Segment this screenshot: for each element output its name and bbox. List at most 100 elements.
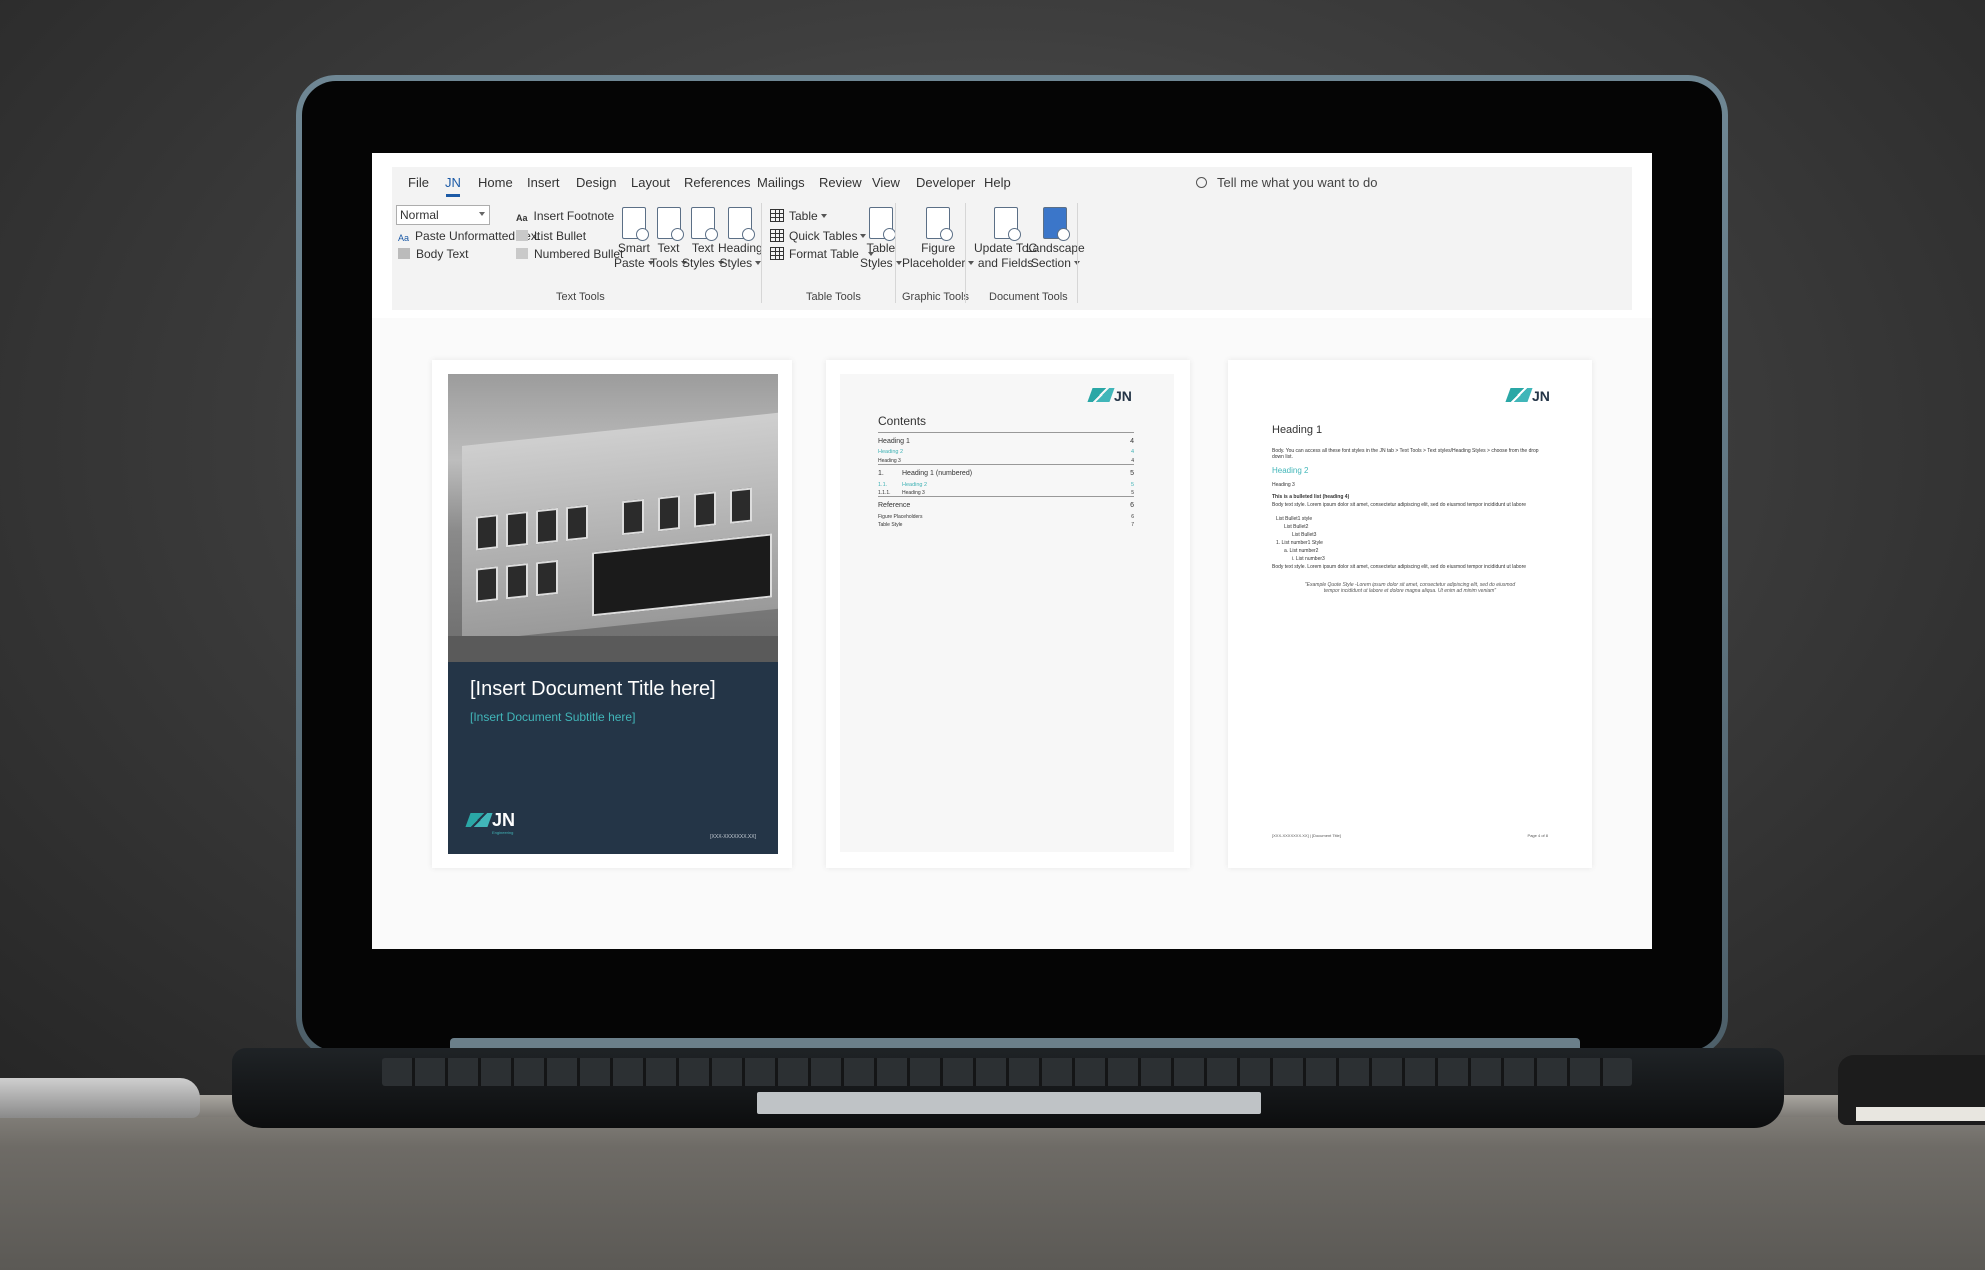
text-format-icon: Aa bbox=[398, 233, 410, 243]
toc-rule bbox=[878, 432, 1134, 433]
text-styles-icon bbox=[690, 207, 718, 241]
cover-doc-code: [XXX-XXXXXXX.XX] bbox=[710, 834, 756, 840]
toc-entry[interactable]: Table Style 7 bbox=[878, 522, 1134, 528]
tab-review[interactable]: Review bbox=[819, 175, 862, 190]
tab-help[interactable]: Help bbox=[984, 175, 1011, 190]
table-button[interactable]: Table bbox=[770, 209, 827, 223]
style-dropdown[interactable]: Normal bbox=[396, 205, 490, 225]
group-separator bbox=[761, 203, 762, 303]
toc-entry[interactable]: Reference 6 bbox=[878, 502, 1134, 509]
landscape-section-button[interactable]: Landscape Section bbox=[1026, 207, 1085, 271]
toc-label: Heading 2 bbox=[902, 482, 928, 488]
list-item: List Bullet1 style bbox=[1276, 516, 1313, 522]
quick-tables-button[interactable]: Quick Tables bbox=[770, 229, 867, 243]
cover-title[interactable]: [Insert Document Title here] bbox=[470, 678, 716, 701]
format-table-button[interactable]: Format Table bbox=[770, 247, 874, 261]
desk-object-left bbox=[0, 1078, 200, 1118]
keyboard bbox=[382, 1058, 1632, 1086]
heading-styles-button[interactable]: Heading Styles bbox=[718, 207, 763, 271]
company-logo: JN Engineering bbox=[465, 810, 515, 835]
figure-placeholder-button[interactable]: Figure Placeholder bbox=[902, 207, 975, 271]
ribbon-tabs: File JN Home Insert Design Layout Refere… bbox=[392, 167, 1632, 197]
company-logo: JN bbox=[1087, 388, 1132, 404]
contents-page[interactable]: JN Contents Heading 1 4 Heading 2 4 Heading … bbox=[826, 360, 1190, 868]
smart-paste-label-2: Paste bbox=[614, 256, 654, 271]
tab-references[interactable]: References bbox=[684, 175, 750, 190]
tab-developer[interactable]: Developer bbox=[916, 175, 975, 190]
insert-footnote-label: Insert Footnote bbox=[533, 209, 615, 223]
insert-footnote-button[interactable]: Aa Insert Footnote bbox=[516, 209, 614, 224]
tab-file[interactable]: File bbox=[408, 175, 429, 190]
footer-right: Page 4 of 8 bbox=[1527, 833, 1548, 838]
quick-tables-label: Quick Tables bbox=[789, 229, 858, 243]
toc-page-number: 5 bbox=[1130, 482, 1134, 488]
logo-mark-icon bbox=[1087, 388, 1115, 402]
graphic-tools-group-label: Graphic Tools bbox=[902, 291, 970, 303]
intro-text: Body. You can access all these font styl… bbox=[1272, 448, 1539, 460]
toc-label: Table Style bbox=[878, 522, 903, 528]
tab-mailings[interactable]: Mailings bbox=[757, 175, 805, 190]
text-tools-icon bbox=[656, 207, 684, 241]
heading-2: Heading 2 bbox=[1272, 466, 1309, 475]
toc-label: Heading 2 bbox=[878, 449, 904, 455]
cover-subtitle[interactable]: [Insert Document Subtitle here] bbox=[470, 710, 635, 724]
contents-inner: JN Contents Heading 1 4 Heading 2 4 Heading … bbox=[840, 374, 1174, 852]
paragraph-icon bbox=[398, 248, 410, 259]
numbered-bullet-button[interactable]: Numbered Bullet bbox=[516, 247, 623, 261]
heading-4: This is a bulleted list (heading 4) bbox=[1272, 494, 1350, 500]
tell-me-box[interactable]: Tell me what you want to do bbox=[1196, 175, 1377, 190]
toc-label: Figure Placeholders bbox=[878, 514, 923, 520]
body-page[interactable]: JN Heading 1 Body. You can access all th… bbox=[1228, 360, 1592, 868]
company-logo: JN bbox=[1505, 388, 1550, 404]
body-text-label: Body Text bbox=[416, 247, 469, 261]
body-text-2: Body text style. Lorem ipsum dolor sit a… bbox=[1272, 564, 1527, 570]
notebook bbox=[1838, 1055, 1985, 1125]
format-table-label: Format Table bbox=[789, 247, 859, 261]
tab-design[interactable]: Design bbox=[576, 175, 616, 190]
document-area: [Insert Document Title here] [Insert Doc… bbox=[372, 318, 1652, 949]
toc-label: Heading 1 (numbered) bbox=[902, 470, 973, 477]
toc-rule bbox=[878, 464, 1134, 465]
screen: File JN Home Insert Design Layout Refere… bbox=[372, 153, 1652, 949]
list-item: List Bullet2 bbox=[1284, 524, 1309, 530]
text-tools-group-label: Text Tools bbox=[556, 291, 605, 303]
tab-layout[interactable]: Layout bbox=[631, 175, 670, 190]
table-icon bbox=[770, 209, 784, 222]
search-icon bbox=[1196, 177, 1207, 188]
toc-number: 1. bbox=[878, 470, 884, 477]
tell-me-text: Tell me what you want to do bbox=[1217, 175, 1378, 190]
tab-view[interactable]: View bbox=[872, 175, 900, 190]
group-separator bbox=[1077, 203, 1078, 303]
tab-jn[interactable]: JN bbox=[445, 175, 461, 197]
tab-insert[interactable]: Insert bbox=[527, 175, 560, 190]
toc-entry[interactable]: 1. Heading 1 (numbered) 5 bbox=[878, 470, 1134, 477]
toc-page-number: 4 bbox=[1130, 438, 1134, 445]
document-tools-group-label: Document Tools bbox=[989, 291, 1068, 303]
laptop-lid: File JN Home Insert Design Layout Refere… bbox=[296, 75, 1728, 1057]
toc-rule bbox=[878, 496, 1134, 497]
body-text-1: Body text style. Lorem ipsum dolor sit a… bbox=[1272, 502, 1527, 508]
smart-paste-icon bbox=[621, 207, 649, 241]
list-bullet-button[interactable]: List Bullet bbox=[516, 229, 586, 243]
smart-paste-button[interactable]: Smart Paste bbox=[614, 207, 654, 271]
list-icon bbox=[516, 230, 528, 241]
body-text-button[interactable]: Body Text bbox=[398, 247, 468, 261]
figure-label-1: Figure bbox=[921, 241, 956, 255]
toc-entry[interactable]: 1.1. Heading 2 5 bbox=[878, 482, 1134, 488]
cover-page[interactable]: [Insert Document Title here] [Insert Doc… bbox=[432, 360, 792, 868]
smart-paste-label-1: Smart bbox=[617, 241, 650, 255]
toc-entry[interactable]: Figure Placeholders 6 bbox=[878, 514, 1134, 520]
toc-label: Reference bbox=[878, 502, 911, 509]
logo-mark-icon bbox=[1505, 388, 1533, 402]
toc-page-number: 5 bbox=[1130, 470, 1134, 477]
numbered-list-icon bbox=[516, 248, 528, 259]
footer-left: [XXX-XXXXXXX.XX] | [Document Title] bbox=[1272, 833, 1341, 838]
logo-mark-icon bbox=[465, 813, 493, 827]
cover-photo bbox=[448, 374, 778, 662]
tab-home[interactable]: Home bbox=[478, 175, 513, 190]
building-image bbox=[462, 412, 778, 642]
toc-entry[interactable]: Heading 1 4 bbox=[878, 438, 1134, 445]
toc-entry[interactable]: Heading 2 4 bbox=[878, 449, 1134, 455]
heading-styles-icon bbox=[728, 207, 756, 241]
heading-styles-label-1: Heading bbox=[718, 241, 763, 255]
